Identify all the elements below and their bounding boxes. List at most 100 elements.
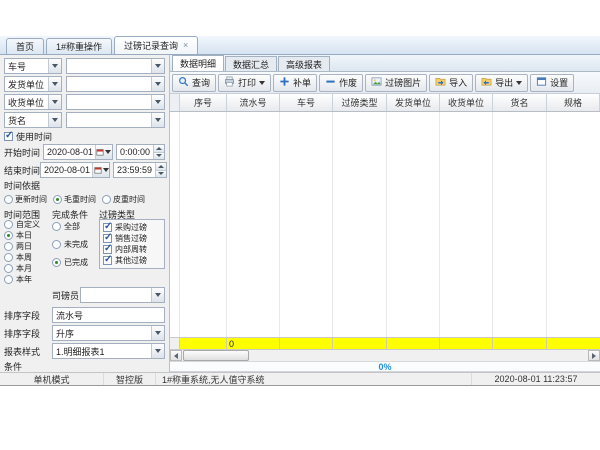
spin-down-icon[interactable] bbox=[156, 170, 166, 178]
operator-combo[interactable] bbox=[80, 287, 165, 303]
radio-range-year[interactable] bbox=[4, 275, 13, 284]
column-header-index[interactable]: 序号 bbox=[180, 94, 227, 111]
tab-weigh-operation[interactable]: 1#称重操作 bbox=[46, 38, 112, 54]
export-menu-arrow-icon[interactable] bbox=[516, 81, 522, 85]
checkbox-other-weigh[interactable] bbox=[103, 256, 112, 265]
search-icon bbox=[178, 76, 189, 89]
scrollbar-thumb[interactable] bbox=[183, 350, 249, 361]
weigh-photos-button[interactable]: 过磅图片 bbox=[365, 74, 427, 92]
time-spinner-buttons[interactable] bbox=[155, 163, 166, 177]
field-selector-vehicle[interactable]: 车号 bbox=[4, 58, 62, 74]
column-header-shipper[interactable]: 发货单位 bbox=[387, 94, 440, 111]
progress-text: 0% bbox=[378, 362, 391, 372]
export-button[interactable]: 导出 bbox=[475, 74, 528, 92]
export-icon bbox=[481, 76, 492, 89]
time-spinner-buttons[interactable] bbox=[153, 145, 164, 159]
condition-section-label: 条件 bbox=[4, 360, 22, 372]
time-range-group: 时间范围 自定义 本日 两日 本周 本月 本年 bbox=[4, 208, 52, 285]
print-button[interactable]: 打印 bbox=[218, 74, 271, 92]
field-selector-receiver[interactable]: 收货单位 bbox=[4, 94, 62, 110]
document-tabstrip: 首页 1#称重操作 过磅记录查询 × bbox=[0, 36, 600, 55]
radio-gross-time[interactable] bbox=[53, 195, 62, 204]
scroll-right-icon[interactable] bbox=[588, 350, 600, 361]
settings-button[interactable]: 设置 bbox=[530, 74, 574, 92]
sort-order-label: 排序字段 bbox=[4, 327, 52, 340]
spin-down-icon[interactable] bbox=[154, 152, 164, 160]
radio-range-today[interactable] bbox=[4, 231, 13, 240]
dropdown-arrow-icon[interactable] bbox=[151, 113, 164, 127]
subtab-advanced-report[interactable]: 高级报表 bbox=[278, 56, 330, 71]
dropdown-arrow-icon[interactable] bbox=[151, 288, 164, 302]
tab-home[interactable]: 首页 bbox=[6, 38, 44, 54]
data-subtabs: 数据明细 数据汇总 高级报表 bbox=[170, 55, 600, 72]
query-button[interactable]: 查询 bbox=[172, 74, 216, 92]
field-selector-shipper[interactable]: 发货单位 bbox=[4, 76, 62, 92]
radio-finish-incomplete[interactable] bbox=[52, 240, 61, 249]
query-filter-panel: 车号 发货单位 bbox=[0, 55, 170, 372]
dropdown-arrow-icon[interactable] bbox=[151, 326, 164, 340]
close-tab-icon[interactable]: × bbox=[183, 41, 188, 50]
dropdown-arrow-icon[interactable] bbox=[151, 59, 164, 73]
time-range-label: 时间范围 bbox=[4, 208, 52, 219]
checkbox-purchase-weigh[interactable] bbox=[103, 223, 112, 232]
print-menu-arrow-icon[interactable] bbox=[259, 81, 265, 85]
shipper-value-combo[interactable] bbox=[66, 76, 165, 92]
sort-order-combo[interactable]: 升序 bbox=[52, 325, 165, 341]
radio-range-twodays[interactable] bbox=[4, 242, 13, 251]
radio-update-time[interactable] bbox=[4, 195, 13, 204]
scroll-left-icon[interactable] bbox=[170, 350, 182, 361]
dropdown-arrow-icon[interactable] bbox=[48, 95, 61, 109]
column-header-goods[interactable]: 货名 bbox=[493, 94, 547, 111]
status-edition: 智控版 bbox=[104, 373, 156, 385]
import-button[interactable]: 导入 bbox=[429, 74, 473, 92]
dropdown-arrow-icon[interactable] bbox=[151, 95, 164, 109]
start-date-picker[interactable]: 2020-08-01 bbox=[43, 144, 113, 160]
checkbox-sales-weigh[interactable] bbox=[103, 234, 112, 243]
vehicle-value-combo[interactable] bbox=[66, 58, 165, 74]
picture-icon bbox=[371, 76, 382, 89]
dropdown-arrow-icon[interactable] bbox=[48, 59, 61, 73]
dropdown-arrow-icon[interactable] bbox=[151, 344, 164, 358]
calendar-icon[interactable] bbox=[92, 163, 109, 177]
field-selector-goods-label: 货名 bbox=[5, 114, 48, 127]
report-style-combo[interactable]: 1.明细报表1 bbox=[52, 343, 165, 359]
app-window: 首页 1#称重操作 过磅记录查询 × 车号 bbox=[0, 36, 600, 386]
data-area: 数据明细 数据汇总 高级报表 查询 bbox=[170, 55, 600, 372]
screen: 首页 1#称重操作 过磅记录查询 × 车号 bbox=[0, 0, 600, 450]
calendar-icon[interactable] bbox=[95, 145, 112, 159]
summary-row: 0 bbox=[170, 337, 600, 350]
dropdown-arrow-icon[interactable] bbox=[48, 77, 61, 91]
column-header-vehicle[interactable]: 车号 bbox=[280, 94, 333, 111]
receiver-value-combo[interactable] bbox=[66, 94, 165, 110]
void-button[interactable]: 作废 bbox=[319, 74, 363, 92]
radio-tare-time[interactable] bbox=[102, 195, 111, 204]
column-header-spec[interactable]: 规格 bbox=[547, 94, 600, 111]
tab-record-query[interactable]: 过磅记录查询 × bbox=[114, 36, 198, 54]
checkbox-internal-transfer[interactable] bbox=[103, 245, 112, 254]
end-time-spinner[interactable]: 23:59:59 bbox=[113, 162, 167, 178]
radio-finish-all[interactable] bbox=[52, 222, 61, 231]
use-time-checkbox[interactable] bbox=[4, 132, 13, 141]
sort-field-input[interactable]: 流水号 bbox=[52, 307, 165, 323]
horizontal-scrollbar[interactable] bbox=[170, 350, 600, 362]
tab-record-query-label: 过磅记录查询 bbox=[124, 39, 178, 52]
column-header-weigh-type[interactable]: 过磅类型 bbox=[333, 94, 387, 111]
column-header-receiver[interactable]: 收货单位 bbox=[440, 94, 493, 111]
start-time-spinner[interactable]: 0:00:00 bbox=[116, 144, 165, 160]
radio-range-month[interactable] bbox=[4, 264, 13, 273]
subtab-data-detail[interactable]: 数据明细 bbox=[172, 55, 224, 71]
column-header-serial[interactable]: 流水号 bbox=[227, 94, 280, 111]
subtab-data-summary[interactable]: 数据汇总 bbox=[225, 56, 277, 71]
end-date-picker[interactable]: 2020-08-01 bbox=[40, 162, 110, 178]
supplement-order-button[interactable]: 补单 bbox=[273, 74, 317, 92]
radio-range-custom[interactable] bbox=[4, 220, 13, 229]
weigh-type-group: 过磅类型 采购过磅 销售过磅 内部周转 其他过磅 bbox=[99, 208, 165, 285]
radio-range-week[interactable] bbox=[4, 253, 13, 262]
table-body[interactable] bbox=[170, 112, 600, 337]
field-selector-goods[interactable]: 货名 bbox=[4, 112, 62, 128]
dropdown-arrow-icon[interactable] bbox=[48, 113, 61, 127]
weigh-type-label: 过磅类型 bbox=[99, 208, 165, 219]
radio-finish-complete[interactable] bbox=[52, 258, 61, 267]
dropdown-arrow-icon[interactable] bbox=[151, 77, 164, 91]
goods-value-combo[interactable] bbox=[66, 112, 165, 128]
